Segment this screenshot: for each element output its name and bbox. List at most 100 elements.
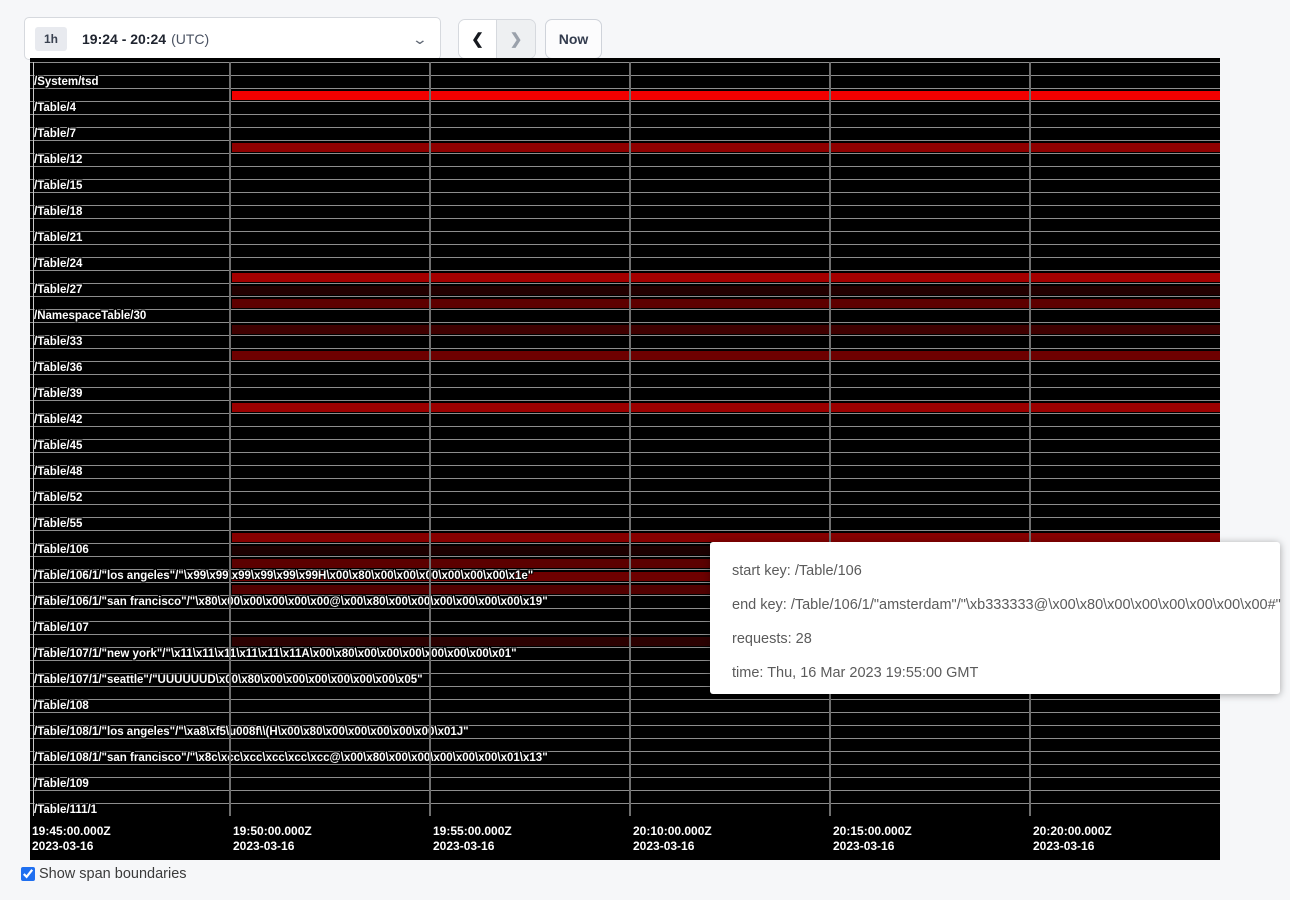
- span-key-label: /Table/33: [34, 336, 82, 349]
- span-row[interactable]: /Table/109: [30, 777, 1220, 790]
- heat-band: [232, 403, 1220, 412]
- tick-time: 20:20:00.000Z: [1033, 824, 1112, 839]
- span-row[interactable]: [30, 62, 1220, 75]
- span-key-label: /Table/48: [34, 466, 82, 479]
- chevron-left-icon: ❮: [471, 30, 484, 48]
- span-row[interactable]: [30, 764, 1220, 777]
- tick-time: 19:50:00.000Z: [233, 824, 312, 839]
- x-axis-tick: 20:10:00.000Z2023-03-16: [633, 824, 712, 854]
- span-row[interactable]: /Table/7: [30, 127, 1220, 140]
- x-axis-tick: 19:50:00.000Z2023-03-16: [233, 824, 312, 854]
- span-key-label: /Table/27: [34, 284, 82, 297]
- span-row[interactable]: [30, 712, 1220, 725]
- span-row[interactable]: /Table/39: [30, 387, 1220, 400]
- time-range-label: 19:24 - 20:24: [82, 31, 166, 47]
- span-row[interactable]: /Table/18: [30, 205, 1220, 218]
- span-row[interactable]: [30, 452, 1220, 465]
- prev-time-button[interactable]: ❮: [459, 20, 497, 58]
- heat-band: [232, 351, 1220, 360]
- span-row[interactable]: /Table/12: [30, 153, 1220, 166]
- span-row[interactable]: /Table/108/1/"san francisco"/"\x8c\xcc\x…: [30, 751, 1220, 764]
- span-row[interactable]: [30, 478, 1220, 491]
- span-key-label: /Table/109: [34, 778, 89, 791]
- span-row[interactable]: [30, 504, 1220, 517]
- chart-left-boundary: [33, 62, 34, 816]
- span-row[interactable]: /Table/45: [30, 439, 1220, 452]
- span-key-label: /Table/108/1/"san francisco"/"\x8c\xcc\x…: [34, 752, 548, 765]
- span-row[interactable]: [30, 140, 1220, 153]
- span-row[interactable]: [30, 322, 1220, 335]
- key-visualizer-canvas[interactable]: /System/tsd/Table/4/Table/7/Table/12/Tab…: [30, 58, 1220, 860]
- span-row[interactable]: [30, 426, 1220, 439]
- tick-date: 2023-03-16: [1033, 839, 1112, 854]
- span-row[interactable]: /Table/48: [30, 465, 1220, 478]
- span-row[interactable]: [30, 114, 1220, 127]
- span-row[interactable]: [30, 400, 1220, 413]
- span-row[interactable]: /Table/55: [30, 517, 1220, 530]
- span-key-label: /Table/52: [34, 492, 82, 505]
- x-axis-tick: 20:15:00.000Z2023-03-16: [833, 824, 912, 854]
- span-row[interactable]: /Table/52: [30, 491, 1220, 504]
- span-row[interactable]: [30, 88, 1220, 101]
- span-key-label: /System/tsd: [34, 76, 99, 89]
- span-row[interactable]: /Table/111/1: [30, 803, 1220, 816]
- span-row[interactable]: /Table/21: [30, 231, 1220, 244]
- heat-band: [232, 299, 1220, 308]
- tick-date: 2023-03-16: [32, 839, 111, 854]
- tooltip-time: time: Thu, 16 Mar 2023 19:55:00 GMT: [732, 656, 1270, 690]
- now-button[interactable]: Now: [545, 19, 602, 59]
- span-row[interactable]: [30, 270, 1220, 283]
- span-key-label: /Table/108/1/"los angeles"/"\xa8\xf5\u00…: [34, 726, 469, 739]
- time-gridline: [829, 62, 831, 816]
- span-row[interactable]: /Table/24: [30, 257, 1220, 270]
- span-row[interactable]: /Table/33: [30, 335, 1220, 348]
- span-row[interactable]: [30, 348, 1220, 361]
- heat-band: [232, 273, 1220, 282]
- span-row[interactable]: [30, 374, 1220, 387]
- span-row[interactable]: [30, 790, 1220, 803]
- span-key-label: /Table/24: [34, 258, 82, 271]
- tick-time: 19:55:00.000Z: [433, 824, 512, 839]
- span-row[interactable]: [30, 218, 1220, 231]
- x-axis-tick: 19:55:00.000Z2023-03-16: [433, 824, 512, 854]
- span-key-label: /Table/107: [34, 622, 89, 635]
- span-row[interactable]: /Table/36: [30, 361, 1220, 374]
- heat-band: [232, 325, 1220, 334]
- span-key-label: /Table/12: [34, 154, 82, 167]
- x-axis-tick: 20:20:00.000Z2023-03-16: [1033, 824, 1112, 854]
- time-range-selector[interactable]: 1h 19:24 - 20:24 (UTC) ⌄: [24, 17, 441, 60]
- span-row[interactable]: [30, 166, 1220, 179]
- span-row[interactable]: /Table/15: [30, 179, 1220, 192]
- time-gridline: [229, 62, 231, 816]
- span-row[interactable]: [30, 296, 1220, 309]
- span-key-label: /Table/39: [34, 388, 82, 401]
- chevron-right-icon: ❯: [510, 30, 523, 48]
- span-row[interactable]: /Table/42: [30, 413, 1220, 426]
- span-key-label: /Table/106/1/"los angeles"/"\x99\x99\x99…: [34, 570, 533, 583]
- span-rows: /System/tsd/Table/4/Table/7/Table/12/Tab…: [30, 62, 1220, 816]
- span-row[interactable]: /System/tsd: [30, 75, 1220, 88]
- span-key-label: /Table/111/1: [34, 804, 97, 817]
- tick-date: 2023-03-16: [833, 839, 912, 854]
- span-row[interactable]: [30, 244, 1220, 257]
- span-key-label: /Table/4: [34, 102, 76, 115]
- span-key-label: /Table/36: [34, 362, 82, 375]
- span-row[interactable]: [30, 192, 1220, 205]
- time-nav-group: ❮ ❯: [458, 19, 536, 59]
- span-row[interactable]: /Table/4: [30, 101, 1220, 114]
- duration-badge: 1h: [35, 27, 67, 51]
- span-row[interactable]: /NamespaceTable/30: [30, 309, 1220, 322]
- next-time-button[interactable]: ❯: [497, 20, 535, 58]
- span-key-label: /Table/15: [34, 180, 82, 193]
- span-key-label: /Table/7: [34, 128, 76, 141]
- span-key-label: /Table/45: [34, 440, 82, 453]
- footer: Show span boundaries: [21, 866, 187, 882]
- span-key-label: /Table/108: [34, 700, 89, 713]
- show-span-boundaries-checkbox[interactable]: [21, 867, 35, 881]
- time-gridline: [629, 62, 631, 816]
- span-row[interactable]: /Table/108: [30, 699, 1220, 712]
- span-row[interactable]: [30, 738, 1220, 751]
- show-span-boundaries-label[interactable]: Show span boundaries: [39, 866, 187, 882]
- span-row[interactable]: /Table/108/1/"los angeles"/"\xa8\xf5\u00…: [30, 725, 1220, 738]
- span-row[interactable]: /Table/27: [30, 283, 1220, 296]
